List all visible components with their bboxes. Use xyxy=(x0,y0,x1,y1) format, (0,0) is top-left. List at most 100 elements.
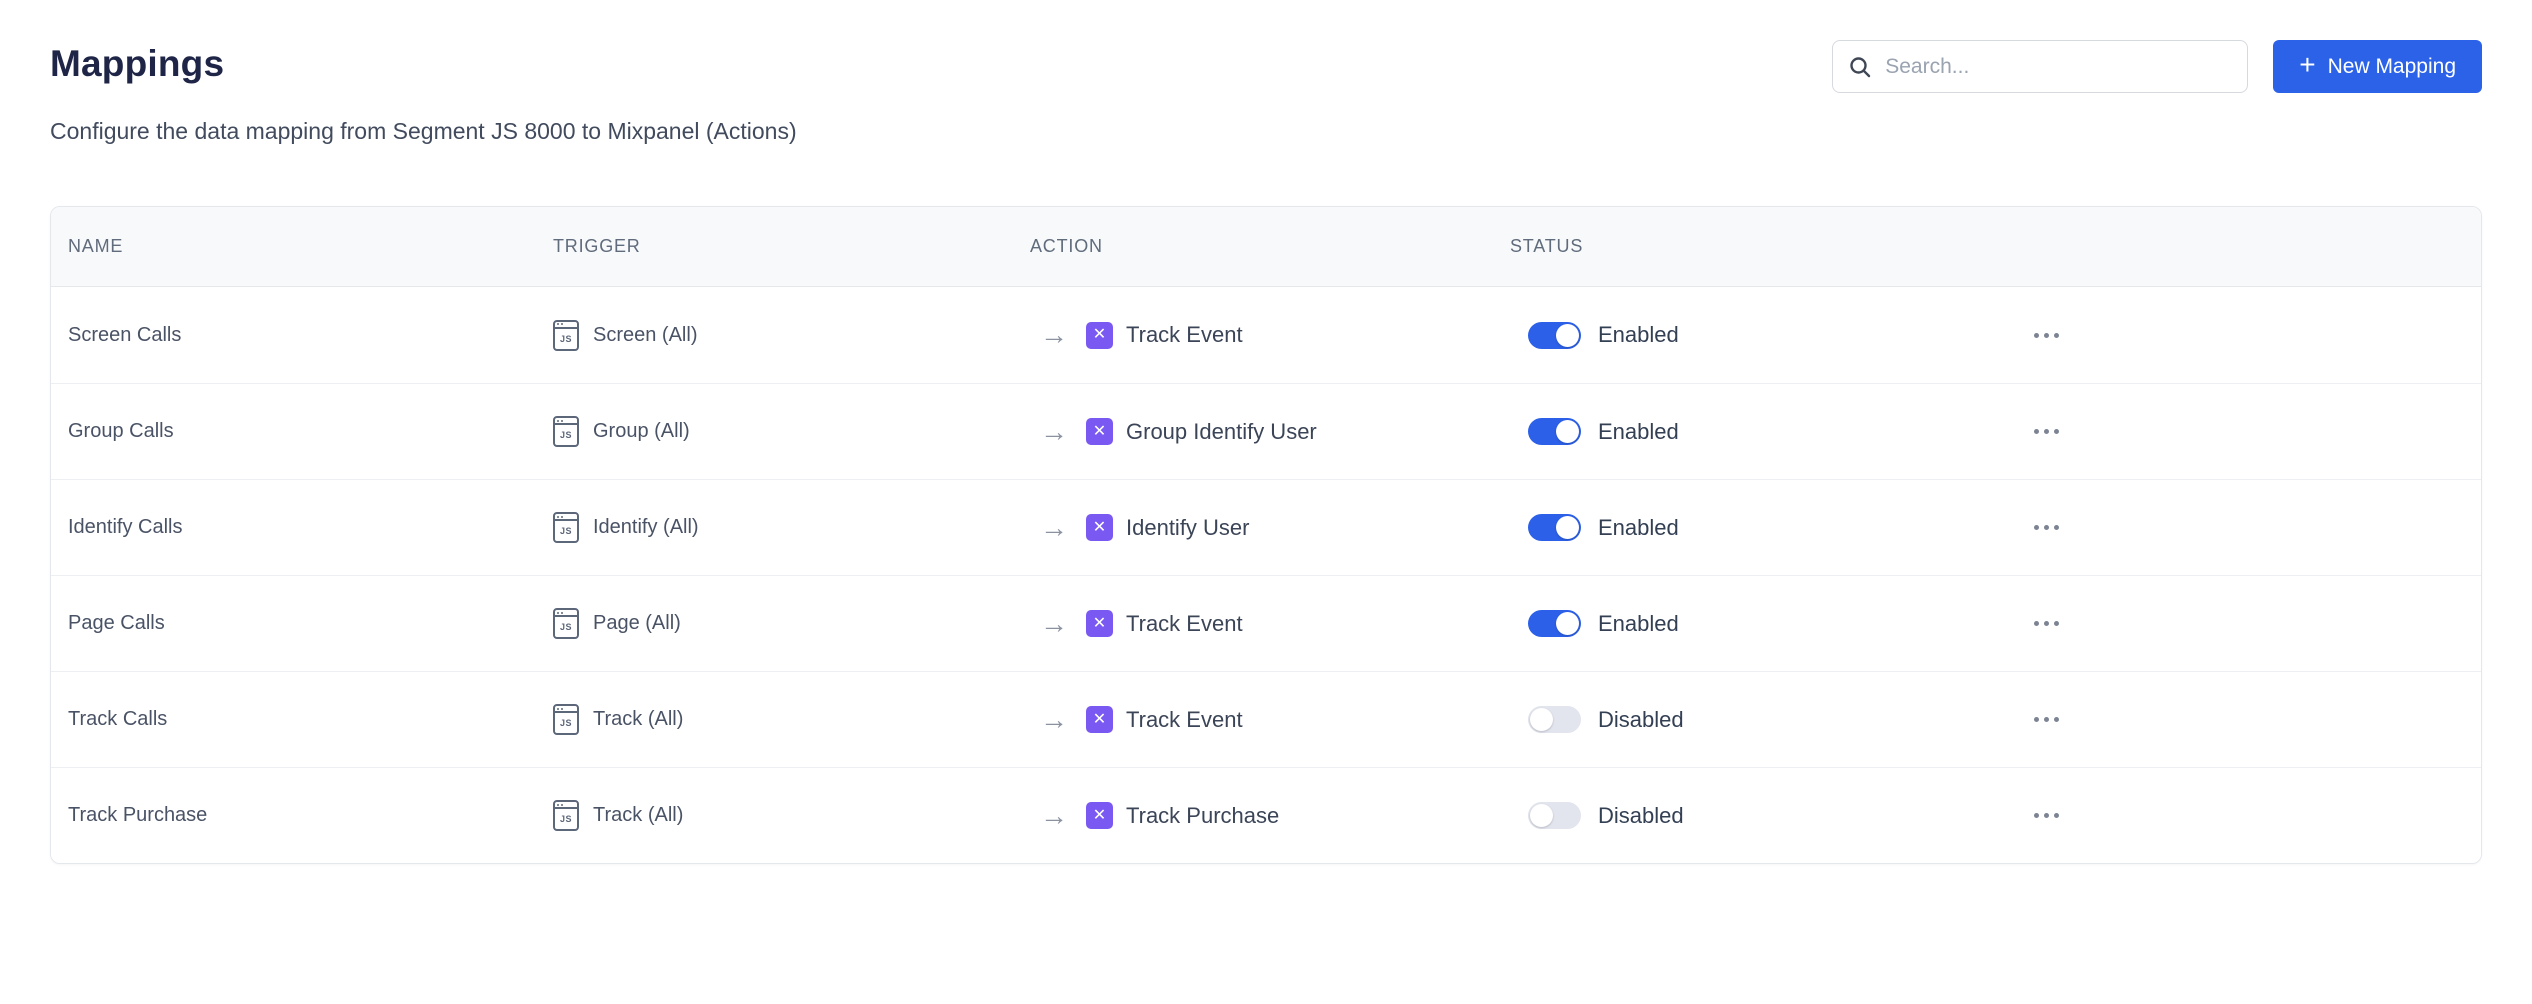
js-source-icon: JS xyxy=(553,512,579,543)
ellipsis-menu-icon[interactable] xyxy=(2030,325,2063,346)
action-label: Track Event xyxy=(1126,322,1243,348)
mappings-page: Mappings Configure the data mapping from… xyxy=(0,0,2532,864)
table-row: Page Calls JS Page (All) → ✕ Track Event xyxy=(51,575,2481,671)
status-toggle[interactable] xyxy=(1528,802,1581,829)
status-toggle[interactable] xyxy=(1528,514,1581,541)
action-cell: → ✕ Track Event xyxy=(1030,706,1510,734)
trigger-label: Page (All) xyxy=(593,612,681,635)
new-mapping-button[interactable]: + New Mapping xyxy=(2273,40,2482,93)
status-label: Disabled xyxy=(1598,803,1684,829)
status-toggle[interactable] xyxy=(1528,322,1581,349)
mixpanel-icon: ✕ xyxy=(1086,514,1113,541)
mixpanel-x-glyph: ✕ xyxy=(1093,712,1106,728)
column-header-action: ACTION xyxy=(1030,236,1510,257)
js-source-icon: JS xyxy=(553,320,579,351)
plus-icon: + xyxy=(2299,51,2315,79)
ellipsis-menu-icon[interactable] xyxy=(2030,421,2063,442)
page-title: Mappings xyxy=(50,40,797,88)
name-cell: Track Purchase xyxy=(51,804,553,827)
column-header-name: NAME xyxy=(51,236,553,257)
mixpanel-x-glyph: ✕ xyxy=(1093,327,1106,343)
status-cell: Enabled xyxy=(1510,322,2030,349)
row-menu-cell xyxy=(2030,613,2481,634)
toolbar-controls: + New Mapping xyxy=(1832,40,2482,93)
status-label: Enabled xyxy=(1598,611,1679,637)
js-source-icon: JS xyxy=(553,416,579,447)
toggle-knob xyxy=(1530,708,1553,731)
js-label: JS xyxy=(555,809,577,829)
js-label: JS xyxy=(555,329,577,349)
trigger-label: Screen (All) xyxy=(593,324,697,347)
row-menu-cell xyxy=(2030,805,2481,826)
browser-window-bar-icon xyxy=(555,706,577,713)
name-cell: Track Calls xyxy=(51,708,553,731)
table-row: Group Calls JS Group (All) → ✕ Group Ide… xyxy=(51,383,2481,479)
js-source-icon: JS xyxy=(553,800,579,831)
browser-window-bar-icon xyxy=(555,322,577,329)
name-cell: Page Calls xyxy=(51,612,553,635)
ellipsis-menu-icon[interactable] xyxy=(2030,613,2063,634)
mixpanel-x-glyph: ✕ xyxy=(1093,808,1106,824)
toggle-knob xyxy=(1530,804,1553,827)
status-toggle[interactable] xyxy=(1528,418,1581,445)
status-toggle[interactable] xyxy=(1528,610,1581,637)
arrow-right-icon: → xyxy=(1040,706,1068,734)
table-row: Track Calls JS Track (All) → ✕ Track Eve… xyxy=(51,671,2481,767)
search-icon xyxy=(1848,55,1872,79)
action-label: Track Event xyxy=(1126,611,1243,637)
trigger-cell: JS Track (All) xyxy=(553,704,1030,735)
arrow-right-icon: → xyxy=(1040,514,1068,542)
js-source-icon: JS xyxy=(553,608,579,639)
mapping-name: Track Calls xyxy=(68,708,167,731)
search-input[interactable] xyxy=(1832,40,2248,93)
status-cell: Disabled xyxy=(1510,706,2030,733)
status-label: Enabled xyxy=(1598,419,1679,445)
toggle-knob xyxy=(1556,324,1579,347)
title-block: Mappings Configure the data mapping from… xyxy=(50,40,797,146)
table-row: Identify Calls JS Identify (All) → ✕ Ide… xyxy=(51,479,2481,575)
mixpanel-x-glyph: ✕ xyxy=(1093,424,1106,440)
trigger-label: Group (All) xyxy=(593,420,690,443)
action-label: Track Event xyxy=(1126,707,1243,733)
trigger-label: Track (All) xyxy=(593,804,683,827)
name-cell: Identify Calls xyxy=(51,516,553,539)
row-menu-cell xyxy=(2030,421,2481,442)
new-mapping-label: New Mapping xyxy=(2328,55,2456,79)
column-header-trigger: TRIGGER xyxy=(553,236,1030,257)
status-label: Enabled xyxy=(1598,322,1679,348)
mixpanel-icon: ✕ xyxy=(1086,418,1113,445)
mapping-name: Track Purchase xyxy=(68,804,207,827)
mapping-name: Group Calls xyxy=(68,420,174,443)
mapping-name: Screen Calls xyxy=(68,324,181,347)
js-source-icon: JS xyxy=(553,704,579,735)
ellipsis-menu-icon[interactable] xyxy=(2030,709,2063,730)
action-cell: → ✕ Track Purchase xyxy=(1030,802,1510,830)
mixpanel-x-glyph: ✕ xyxy=(1093,520,1106,536)
mapping-name: Page Calls xyxy=(68,612,165,635)
column-header-status: STATUS xyxy=(1510,236,2030,257)
browser-window-bar-icon xyxy=(555,802,577,809)
js-label: JS xyxy=(555,425,577,445)
ellipsis-menu-icon[interactable] xyxy=(2030,517,2063,538)
row-menu-cell xyxy=(2030,517,2481,538)
status-cell: Disabled xyxy=(1510,802,2030,829)
status-cell: Enabled xyxy=(1510,418,2030,445)
row-menu-cell xyxy=(2030,325,2481,346)
trigger-label: Track (All) xyxy=(593,708,683,731)
action-cell: → ✕ Track Event xyxy=(1030,610,1510,638)
toggle-knob xyxy=(1556,420,1579,443)
table-row: Screen Calls JS Screen (All) → ✕ Track E… xyxy=(51,287,2481,383)
trigger-label: Identify (All) xyxy=(593,516,699,539)
js-label: JS xyxy=(555,617,577,637)
js-label: JS xyxy=(555,713,577,733)
browser-window-bar-icon xyxy=(555,610,577,617)
arrow-right-icon: → xyxy=(1040,610,1068,638)
trigger-cell: JS Group (All) xyxy=(553,416,1030,447)
mixpanel-icon: ✕ xyxy=(1086,610,1113,637)
trigger-cell: JS Track (All) xyxy=(553,800,1030,831)
action-label: Identify User xyxy=(1126,515,1250,541)
status-toggle[interactable] xyxy=(1528,706,1581,733)
status-label: Enabled xyxy=(1598,515,1679,541)
top-bar: Mappings Configure the data mapping from… xyxy=(50,40,2482,146)
ellipsis-menu-icon[interactable] xyxy=(2030,805,2063,826)
